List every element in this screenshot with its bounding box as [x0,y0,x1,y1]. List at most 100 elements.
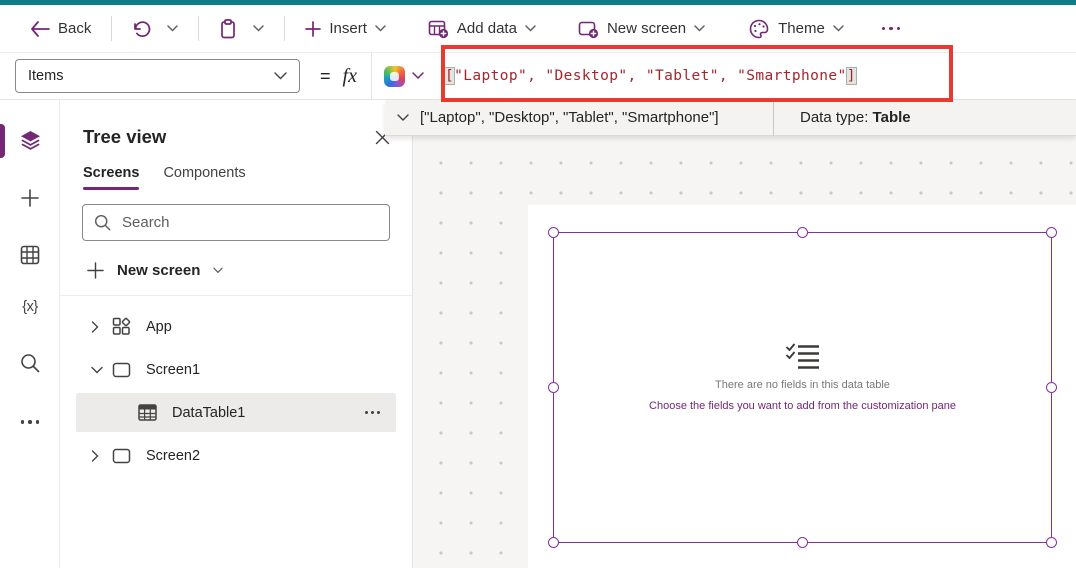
tree-item-label: Screen2 [146,448,200,464]
equals-sign: = [320,66,331,87]
result-value-section: ["Laptop", "Desktop", "Tablet", "Smartph… [385,109,773,126]
theme-palette-icon [749,19,770,39]
chevron-down-icon [375,25,386,32]
tree-item-label: Screen1 [146,362,200,378]
tab-screens[interactable]: Screens [83,165,139,190]
tree-item-screen2[interactable]: Screen2 [60,434,412,477]
undo-menu-button[interactable] [159,19,186,38]
power-apps-studio: Back Insert Add data New [0,0,1076,568]
add-data-button[interactable]: Add data [420,13,544,45]
divider [198,16,199,41]
rail-item-insert[interactable] [8,180,52,216]
item-more-button[interactable] [365,411,380,414]
insert-label: Insert [329,20,367,37]
main-region: {x} Tree view Screens Components [0,100,1076,568]
screen-icon [112,448,131,464]
command-bar: Back Insert Add data New [0,5,1076,52]
chevron-down-icon [833,25,844,32]
chevron-right-icon[interactable] [91,321,105,333]
tree-view-header: Tree view [60,100,412,148]
new-screen-button[interactable]: New screen [570,13,713,45]
undo-icon [132,20,151,38]
tree-item-datatable1[interactable]: DataTable1 [76,393,396,432]
left-rail: {x} [0,100,60,568]
property-selector-value: Items [28,68,63,84]
empty-state-link[interactable]: Choose the fields you want to add from t… [649,400,956,412]
paste-button[interactable] [211,13,245,45]
tree-list: App Screen1 DataTable [60,296,412,477]
resize-handle-middle-left[interactable] [548,382,559,393]
empty-state-title: There are no fields in this data table [715,379,890,391]
resize-handle-bottom-right[interactable] [1046,537,1057,548]
data-table-icon [138,404,157,421]
chevron-down-icon [274,72,287,80]
design-canvas[interactable]: There are no fields in this data table C… [413,100,1076,568]
back-button[interactable]: Back [22,14,99,43]
formula-bar: Items = fx ["Laptop", "Desktop", "Tablet… [0,52,1076,100]
resize-handle-middle-right[interactable] [1046,382,1057,393]
chevron-down-icon [694,25,705,32]
data-table-icon [20,245,40,265]
rail-item-tree-view[interactable] [8,122,52,158]
formula-result-bar: ["Laptop", "Desktop", "Tablet", "Smartph… [385,100,1076,136]
theme-button[interactable]: Theme [741,13,852,45]
resize-handle-top-center[interactable] [797,227,808,238]
data-type-section: Data type: Table [774,109,911,126]
screen-icon [112,362,131,378]
tree-search-box [82,204,390,241]
tab-components[interactable]: Components [163,165,245,190]
search-input[interactable] [120,213,378,232]
variables-icon: {x} [22,299,37,315]
resize-handle-bottom-center[interactable] [797,537,808,548]
new-screen-tree-button[interactable]: New screen [60,254,412,286]
clipboard-icon [219,19,237,39]
chevron-down-icon[interactable] [91,366,105,374]
chevron-down-icon [253,25,264,32]
close-bracket: ] [847,68,856,84]
chevron-right-icon[interactable] [91,450,105,462]
plus-icon [87,262,104,279]
back-label: Back [58,20,91,37]
collapse-chevron-icon[interactable] [397,114,409,122]
formula-body: "Laptop", "Desktop", "Tablet", "Smartpho… [454,68,847,84]
back-arrow-icon [30,21,50,37]
rail-item-data[interactable] [8,237,52,273]
new-screen-label: New screen [607,20,686,37]
paste-menu-button[interactable] [245,19,272,38]
plus-icon [21,189,39,207]
open-bracket: [ [445,68,454,84]
undo-button[interactable] [124,14,159,44]
formula-input[interactable]: ["Laptop", "Desktop", "Tablet", "Smartph… [445,68,856,84]
copilot-button[interactable] [371,53,432,99]
divider [111,16,112,41]
chevron-down-icon [525,25,536,32]
data-type-value: Table [873,109,911,126]
theme-label: Theme [778,20,825,37]
app-icon [112,317,131,336]
new-screen-icon [578,19,599,39]
plus-icon [305,21,321,37]
tree-item-label: App [146,319,172,335]
more-commands-button[interactable] [872,27,911,31]
chevron-down-icon [412,72,424,80]
rail-item-search[interactable] [8,345,52,381]
resize-handle-top-right[interactable] [1046,227,1057,238]
tree-view-tabs: Screens Components [60,165,412,190]
resize-handle-bottom-left[interactable] [548,537,559,548]
resize-handle-top-left[interactable] [548,227,559,238]
insert-button[interactable]: Insert [297,14,394,43]
tree-item-app[interactable]: App [60,305,412,348]
fx-label: fx [343,65,357,88]
property-selector[interactable]: Items [15,59,300,93]
rail-item-variables[interactable]: {x} [8,289,52,325]
tree-item-screen1[interactable]: Screen1 [60,348,412,391]
tree-view-panel: Tree view Screens Components New screen [60,100,413,568]
rail-item-more[interactable] [8,404,52,440]
divider [284,16,285,41]
data-table-control[interactable]: There are no fields in this data table C… [553,232,1052,543]
panel-title: Tree view [83,126,166,148]
chevron-down-icon [213,267,223,274]
new-screen-label: New screen [117,262,200,279]
search-icon [94,214,111,231]
add-data-icon [428,19,449,39]
